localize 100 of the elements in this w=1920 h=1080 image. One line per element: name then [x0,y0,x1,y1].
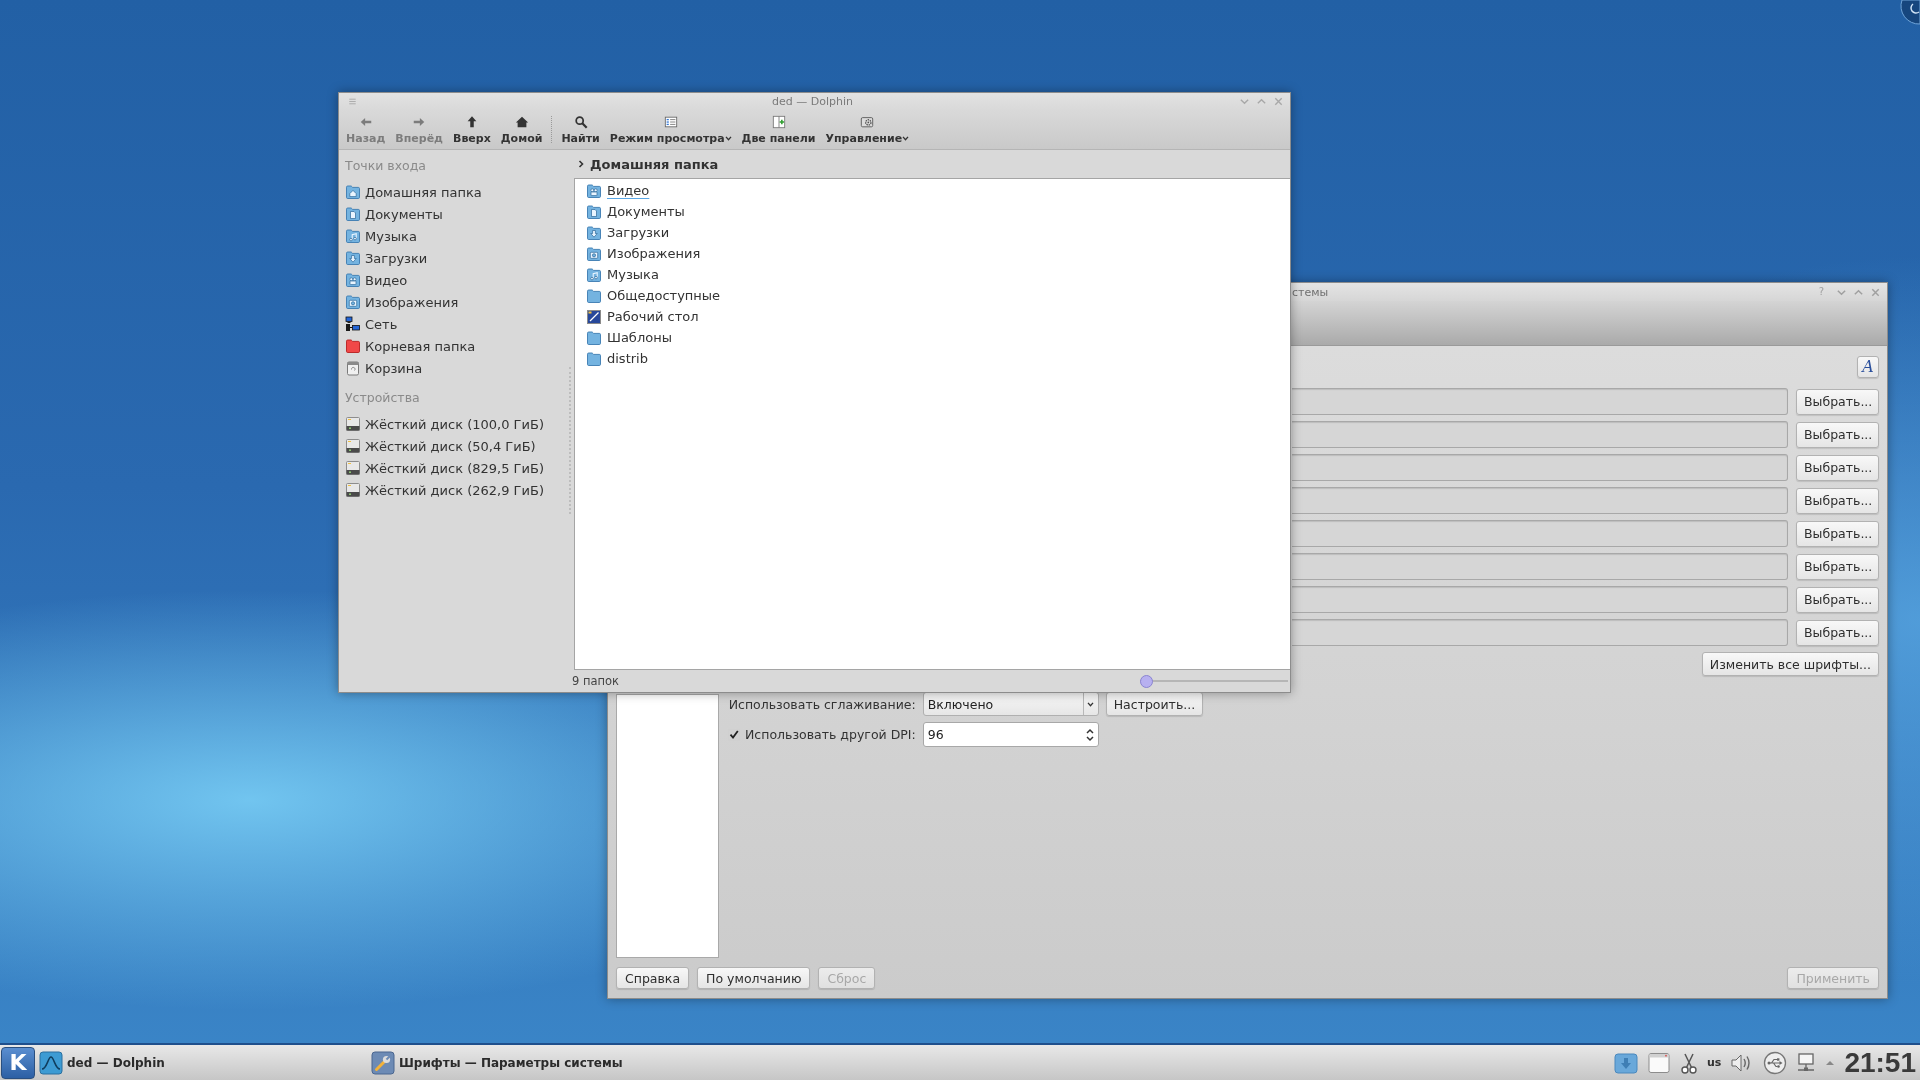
taskbar-task[interactable]: Шрифты — Параметры системы [367,1046,699,1079]
device-item[interactable]: Жёсткий диск (50,4 ГиБ) [345,435,540,457]
font-field[interactable] [1292,520,1788,547]
places-item[interactable]: Домашняя папка [345,181,486,203]
photo-folder-icon [345,294,361,310]
clock[interactable]: 21:51 [1844,1048,1916,1077]
choose-font-button[interactable]: Выбрать... [1796,388,1879,415]
choose-font-button[interactable]: Выбрать... [1796,454,1879,481]
list-view-icon [663,114,678,129]
folder-icon [586,350,602,367]
choose-font-button[interactable]: Выбрать... [1796,619,1879,646]
spin-arrows-icon[interactable] [1085,727,1094,742]
font-field[interactable] [1292,388,1788,415]
slider-thumb[interactable] [1140,674,1153,688]
antialiasing-dropdown[interactable]: Включено [922,692,1099,716]
folder-item[interactable]: Рабочий стол [586,306,703,327]
application-launcher-button[interactable]: K [1,1046,35,1079]
places-item[interactable]: Корзина [345,357,427,379]
split-panels-icon [771,114,786,129]
folder-item[interactable]: Видео [586,180,654,201]
places-item[interactable]: Сеть [345,313,402,335]
wrench-icon [371,1050,395,1075]
caret-icon [1087,701,1095,707]
dpi-checkbox[interactable] [728,728,740,741]
folder-icon [345,338,361,354]
choose-font-button[interactable]: Выбрать... [1796,487,1879,514]
up-button[interactable]: Вверх [448,110,496,149]
font-field[interactable] [1292,619,1788,646]
folder-item[interactable]: Шаблоны [586,327,676,348]
search-button[interactable]: Найти [556,110,605,149]
choose-font-button[interactable]: Выбрать... [1796,586,1879,613]
dpi-spinbox[interactable]: 96 [922,722,1099,747]
network-icon [345,316,361,332]
control-menu-button[interactable]: Управление [820,110,915,149]
device-item[interactable]: Жёсткий диск (100,0 ГиБ) [345,413,548,435]
device-item[interactable]: Жёсткий диск (262,9 ГиБ) [345,479,548,501]
folder-item[interactable]: Изображения [586,243,705,264]
section-heading: Точки входа [345,158,427,174]
window-title: стемы [1292,285,1329,299]
folder-item[interactable]: Общедоступные [586,285,725,306]
document-folder-icon [586,203,602,220]
places-item[interactable]: Изображения [345,291,463,313]
menu-icon[interactable] [347,96,358,107]
places-item[interactable]: Документы [345,203,447,225]
download-folder-icon[interactable] [1614,1050,1638,1075]
document-folder-icon [345,206,361,222]
caret-icon [902,135,910,141]
folder-item[interactable]: Загрузки [586,222,674,243]
font-preview-button[interactable]: A [1857,356,1879,378]
window-title: ded — Dolphin [772,95,853,108]
home-folder-icon [345,184,361,200]
close-icon[interactable] [1870,286,1881,298]
font-field[interactable] [1292,421,1788,448]
search-icon [573,114,588,129]
dialog-button[interactable]: По умолчанию [697,967,811,989]
folder-item[interactable]: Музыка [586,264,663,285]
places-item[interactable]: Корневая папка [345,335,480,357]
places-item[interactable]: Музыка [345,225,421,247]
font-field[interactable] [1292,586,1788,613]
folder-icon [586,287,602,304]
minimize-icon[interactable] [1239,96,1250,107]
hard-drive-icon [345,438,361,454]
home-button[interactable]: Домой [495,110,548,149]
desktop-icon [586,308,602,325]
folder-item[interactable]: Документы [586,201,689,222]
device-item[interactable]: Жёсткий диск (829,5 ГиБ) [345,457,548,479]
keyboard-layout-indicator[interactable]: us [1707,1056,1722,1069]
choose-font-button[interactable]: Выбрать... [1796,421,1879,448]
antialiasing-label: Использовать сглаживание: [728,696,916,712]
font-field[interactable] [1292,454,1788,481]
taskbar-task[interactable]: ded — Dolphin [35,1046,367,1079]
chevron-icon [578,160,584,168]
hard-drive-icon [345,460,361,476]
maximize-icon[interactable] [1256,96,1267,107]
usb-icon[interactable] [1763,1050,1788,1075]
choose-font-button[interactable]: Выбрать... [1796,520,1879,547]
change-all-fonts-button[interactable]: Изменить все шрифты... [1701,652,1879,676]
window-icon[interactable] [1647,1050,1671,1075]
folder-icon [586,329,602,346]
dpi-label: Использовать другой DPI: [745,727,916,742]
music-folder-icon [586,266,602,283]
close-icon[interactable] [1273,96,1284,107]
home-icon [514,114,529,129]
split-view-button[interactable]: Две панели [736,110,821,149]
hard-drive-icon [345,482,361,498]
photo-folder-icon [586,245,602,262]
view-mode-button[interactable]: Режим просмотра [604,110,737,149]
breadcrumb-item[interactable]: Домашняя папка [590,156,719,172]
hard-drive-icon [345,416,361,432]
gear-box-icon [860,114,875,129]
music-folder-icon [345,228,361,244]
font-field[interactable] [1292,487,1788,514]
dialog-button[interactable]: Справка [616,967,690,989]
places-item[interactable]: Загрузки [345,247,432,269]
font-field[interactable] [1292,553,1788,580]
wave-tile-icon [39,1050,63,1075]
choose-font-button[interactable]: Выбрать... [1796,553,1879,580]
folder-item[interactable]: distrib [586,348,652,369]
configure-button[interactable]: Настроить... [1105,692,1204,716]
places-item[interactable]: Видео [345,269,412,291]
